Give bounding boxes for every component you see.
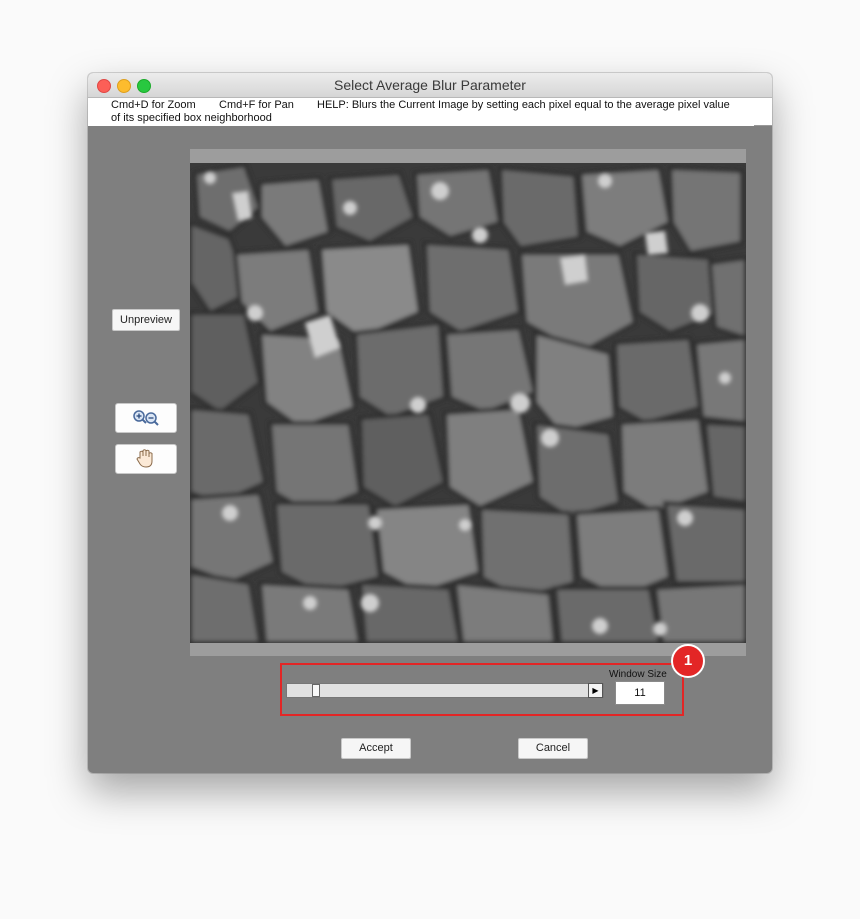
slider-thumb[interactable] [312,684,320,697]
accept-button[interactable]: Accept [341,738,411,759]
help-bar: Cmd+D for Zoom Cmd+F for Pan HELP: Blurs… [88,98,772,126]
slider-right-arrow[interactable]: ▶ [588,683,603,698]
dialog-window: Select Average Blur Parameter Cmd+D for … [88,73,772,773]
window-size-field[interactable]: 11 [615,681,665,705]
unpreview-button[interactable]: Unpreview [112,309,180,331]
pan-button[interactable] [115,444,177,474]
hand-icon [136,449,153,468]
window-title: Select Average Blur Parameter [334,77,526,93]
pan-hint: Cmd+F for Pan [219,99,294,111]
callout-badge: 1 [671,644,705,678]
window-size-label: Window Size [609,669,667,680]
help-text-line2: of its specified box neighborhood [111,112,272,124]
image-preview[interactable] [190,163,746,643]
zoom-hint: Cmd+D for Zoom [111,99,196,111]
window-size-slider[interactable] [286,683,604,698]
cancel-button[interactable]: Cancel [518,738,588,759]
divider [754,125,772,126]
title-bar[interactable]: Select Average Blur Parameter [88,73,772,98]
help-text-line1: HELP: Blurs the Current Image by setting… [317,99,730,111]
zoom-in-out-icon [133,410,159,426]
zoom-button[interactable] [115,403,177,433]
image-preview-frame [190,149,746,656]
grain-microstructure-image [190,163,746,643]
